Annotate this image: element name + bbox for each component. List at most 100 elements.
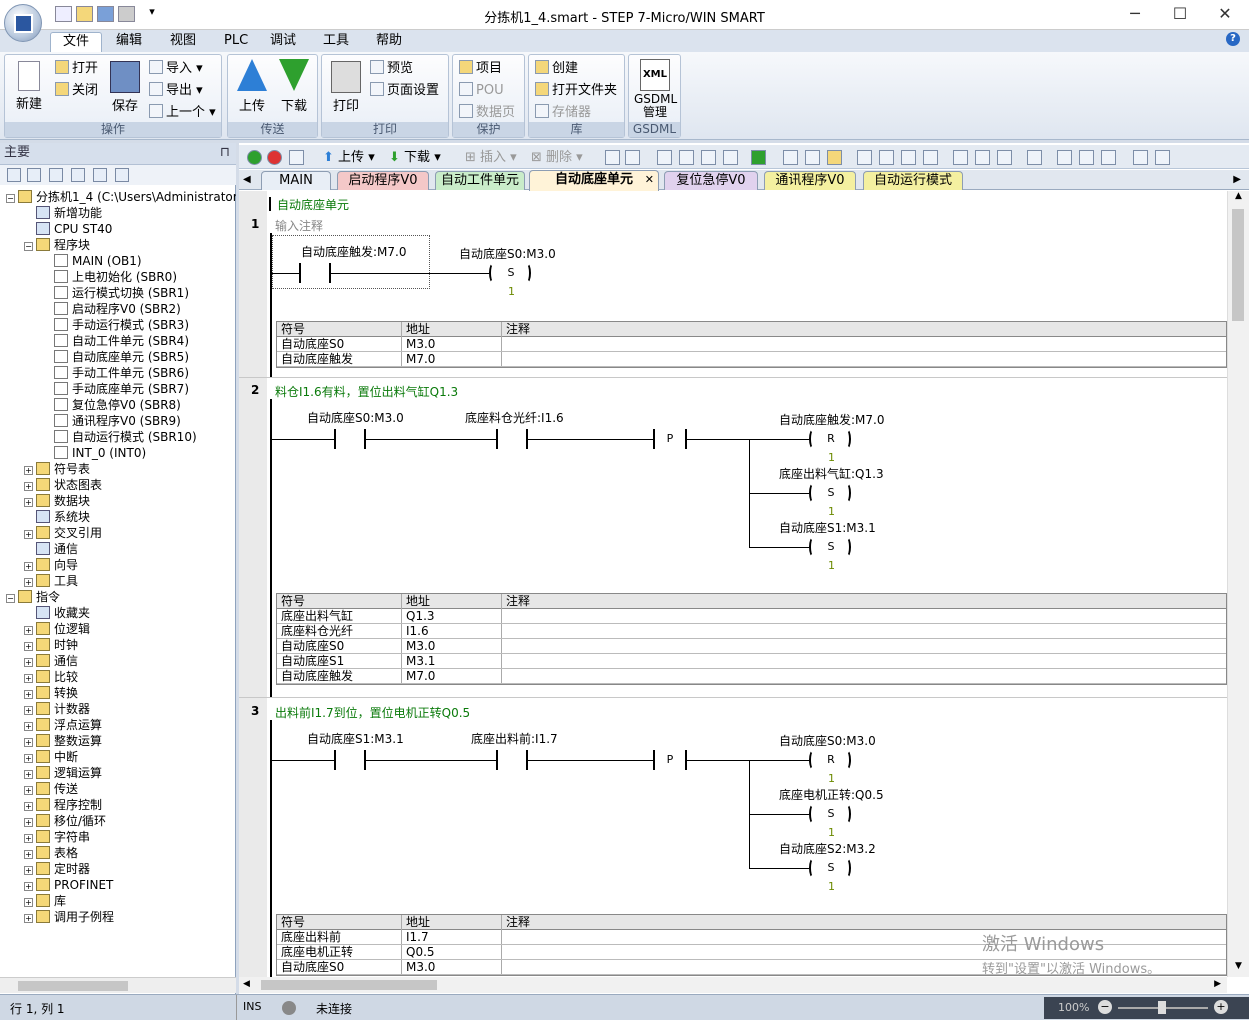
maximize-icon[interactable]: ☐ [1160, 4, 1200, 24]
new-button[interactable]: 新建 [11, 61, 47, 112]
tool-icon[interactable] [1057, 150, 1072, 165]
contact-icon[interactable] [953, 150, 968, 165]
tree-item[interactable]: 手动底座单元 (SBR7) [42, 381, 189, 397]
tree-expander-icon[interactable]: + [24, 530, 33, 539]
tree-item[interactable]: 系统块 [24, 509, 90, 525]
go-icon[interactable] [751, 150, 766, 165]
tree-item[interactable]: 运行模式切换 (SBR1) [42, 285, 189, 301]
menu-item[interactable]: 调试 [258, 32, 308, 52]
tab-5[interactable]: 复位急停V0 [664, 171, 758, 190]
tree-expander-icon[interactable]: + [24, 738, 33, 747]
import-button[interactable]: 导入 ▾ [149, 59, 203, 79]
tree-item[interactable]: + 整数运算 [24, 733, 102, 749]
close-icon[interactable]: ✕ [1205, 4, 1245, 24]
menu-item[interactable]: 文件 [50, 32, 103, 52]
menu-item[interactable]: 视图 [158, 32, 208, 52]
view-icon[interactable] [71, 168, 85, 182]
tree-item[interactable]: + 时钟 [24, 637, 78, 653]
tree-expander-icon[interactable]: + [24, 690, 33, 699]
zoom-out-icon[interactable]: − [1098, 1000, 1112, 1014]
tree-expander-icon[interactable]: + [24, 882, 33, 891]
tree-expander-icon[interactable]: + [24, 722, 33, 731]
tree-item[interactable]: + 符号表 [24, 461, 90, 477]
tool-icon[interactable] [625, 150, 640, 165]
tree-horizontal-scrollbar[interactable] [0, 977, 236, 993]
previous-button[interactable]: 上一个 ▾ [149, 103, 216, 123]
tree-item[interactable]: + 移位/循环 [24, 813, 106, 829]
tree-expander-icon[interactable]: + [24, 466, 33, 475]
tree-item[interactable]: INT_0 (INT0) [42, 445, 146, 461]
pou-protect-button[interactable]: POU [459, 81, 504, 101]
menu-item[interactable]: 帮助 [364, 32, 414, 52]
tab-2[interactable]: 启动程序V0 [337, 171, 429, 190]
open-folder-button[interactable]: 打开文件夹 [535, 81, 617, 101]
upload-toolbar-button[interactable]: ⬆ 上传 ▾ [323, 150, 375, 166]
compile-icon[interactable] [289, 150, 304, 165]
tree-item[interactable]: + 数据块 [24, 493, 90, 509]
tool-icon[interactable] [1027, 150, 1042, 165]
delete-toolbar-button[interactable]: ⊠ 删除 ▾ [531, 150, 583, 166]
tab-3[interactable]: 自动工件单元 [435, 171, 525, 190]
tool-icon[interactable] [723, 150, 738, 165]
tree-expander-icon[interactable]: + [24, 770, 33, 779]
tool-icon[interactable] [1133, 150, 1148, 165]
tree-item[interactable]: + 表格 [24, 845, 78, 861]
network-comment[interactable]: 输入注释 [275, 217, 323, 234]
tree-item[interactable]: + 中断 [24, 749, 78, 765]
create-library-button[interactable]: 创建 [535, 59, 578, 79]
coil-icon[interactable] [975, 150, 990, 165]
tree-expander-icon[interactable]: + [24, 802, 33, 811]
tree-expander-icon[interactable]: + [24, 754, 33, 763]
tree-item[interactable]: 上电初始化 (SBR0) [42, 269, 177, 285]
stop-icon[interactable] [267, 150, 282, 165]
contact-2[interactable] [496, 429, 528, 449]
zoom-slider-thumb[interactable] [1158, 1001, 1166, 1014]
horizontal-scrollbar[interactable]: ◀ ▶ [239, 977, 1227, 993]
tree-expander-icon[interactable]: + [24, 674, 33, 683]
tree-expander-icon[interactable]: − [6, 594, 15, 603]
menu-item[interactable]: PLC [212, 32, 260, 52]
tree-expander-icon[interactable]: + [24, 914, 33, 923]
tree-item[interactable]: + PROFINET [24, 877, 113, 893]
insert-toolbar-button[interactable]: ⊞ 插入 ▾ [465, 150, 517, 166]
menu-item[interactable]: 工具 [311, 32, 361, 52]
branch-icon[interactable] [901, 150, 916, 165]
help-icon[interactable]: ? [1226, 32, 1240, 46]
tree-item[interactable]: + 转换 [24, 685, 78, 701]
tree-expander-icon[interactable]: + [24, 578, 33, 587]
contact-1[interactable] [334, 429, 366, 449]
tree-item[interactable]: + 字符串 [24, 829, 90, 845]
tree-expander-icon[interactable]: + [24, 834, 33, 843]
tree-item[interactable]: + 向导 [24, 557, 78, 573]
tree-item[interactable]: 自动底座单元 (SBR5) [42, 349, 189, 365]
tool-icon[interactable] [605, 150, 620, 165]
menu-item[interactable]: 编辑 [104, 32, 154, 52]
preview-button[interactable]: 预览 [370, 59, 413, 79]
zoom-in-icon[interactable]: + [1214, 1000, 1228, 1014]
tree-expander-icon[interactable]: + [24, 658, 33, 667]
coil-1[interactable]: R [809, 750, 853, 770]
tree-expander-icon[interactable]: − [24, 242, 33, 251]
run-icon[interactable] [247, 150, 262, 165]
tree-item[interactable]: 手动运行模式 (SBR3) [42, 317, 189, 333]
contact-1[interactable] [334, 750, 366, 770]
view-icon[interactable] [49, 168, 63, 182]
tool-icon[interactable] [679, 150, 694, 165]
tree-expander-icon[interactable]: + [24, 850, 33, 859]
tree-item[interactable]: 新增功能 [24, 205, 102, 221]
tree-item[interactable]: 自动运行模式 (SBR10) [42, 429, 197, 445]
ladder-editor[interactable]: 自动底座单元 1 输入注释 自动底座触发:M7.0 S 自动底座S0:M3.0 1 符号 地址… [239, 191, 1227, 977]
view-icon[interactable] [27, 168, 41, 182]
tree-expander-icon[interactable]: + [24, 626, 33, 635]
tree-item[interactable]: − 分拣机1_4 (C:\Users\Administrator\Des [6, 189, 236, 205]
view-icon[interactable] [7, 168, 21, 182]
tree-item[interactable]: + 库 [24, 893, 66, 909]
tree-item[interactable]: + 状态图表 [24, 477, 102, 493]
open-button[interactable]: 打开 [55, 59, 98, 79]
symbol-row[interactable]: 底座料仓光纤 I1.6 [277, 624, 1226, 639]
tree-item[interactable]: 自动工件单元 (SBR4) [42, 333, 189, 349]
tree-item[interactable]: − 指令 [6, 589, 60, 605]
tab-1[interactable]: MAIN [261, 171, 331, 190]
tree-expander-icon[interactable]: + [24, 706, 33, 715]
tool-icon[interactable] [701, 150, 716, 165]
